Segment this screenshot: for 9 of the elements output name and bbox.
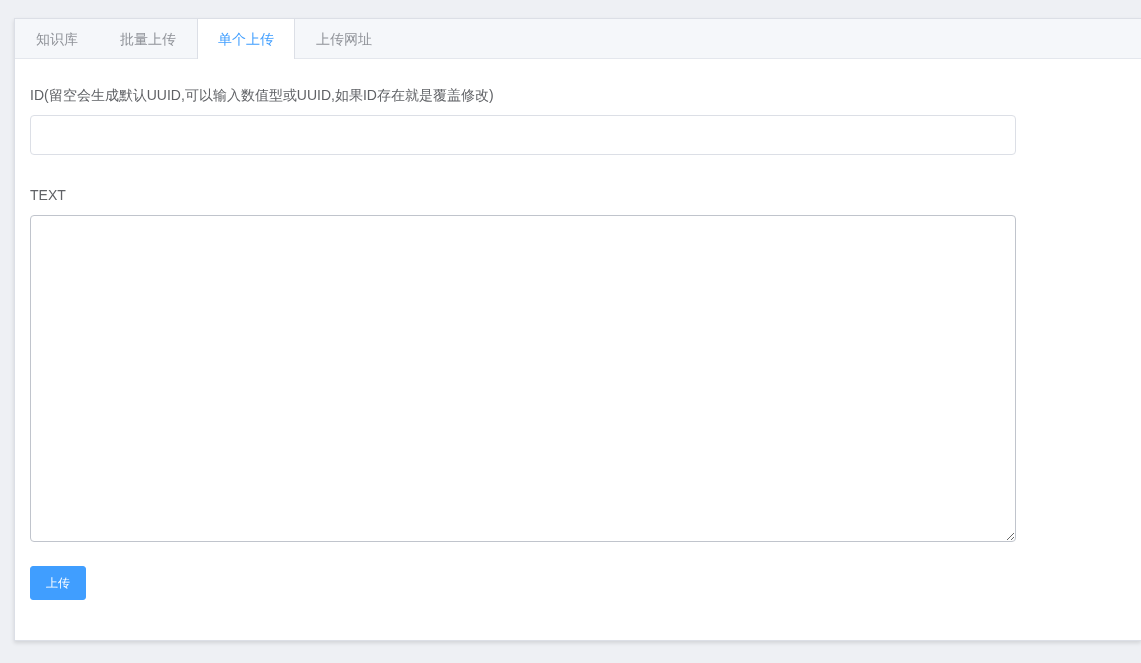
text-area-field[interactable] bbox=[30, 215, 1016, 542]
id-label: ID(留空会生成默认UUID,可以输入数值型或UUID,如果ID存在就是覆盖修改) bbox=[30, 86, 495, 105]
tab[interactable]: 知识库 bbox=[15, 19, 99, 59]
text-label: TEXT bbox=[30, 186, 67, 205]
tab[interactable]: 上传网址 bbox=[295, 19, 393, 59]
tab[interactable]: 批量上传 bbox=[99, 19, 197, 59]
id-input-field[interactable] bbox=[30, 115, 1016, 155]
upload-button[interactable]: 上传 bbox=[30, 566, 86, 600]
tab[interactable]: 单个上传 bbox=[197, 19, 295, 59]
